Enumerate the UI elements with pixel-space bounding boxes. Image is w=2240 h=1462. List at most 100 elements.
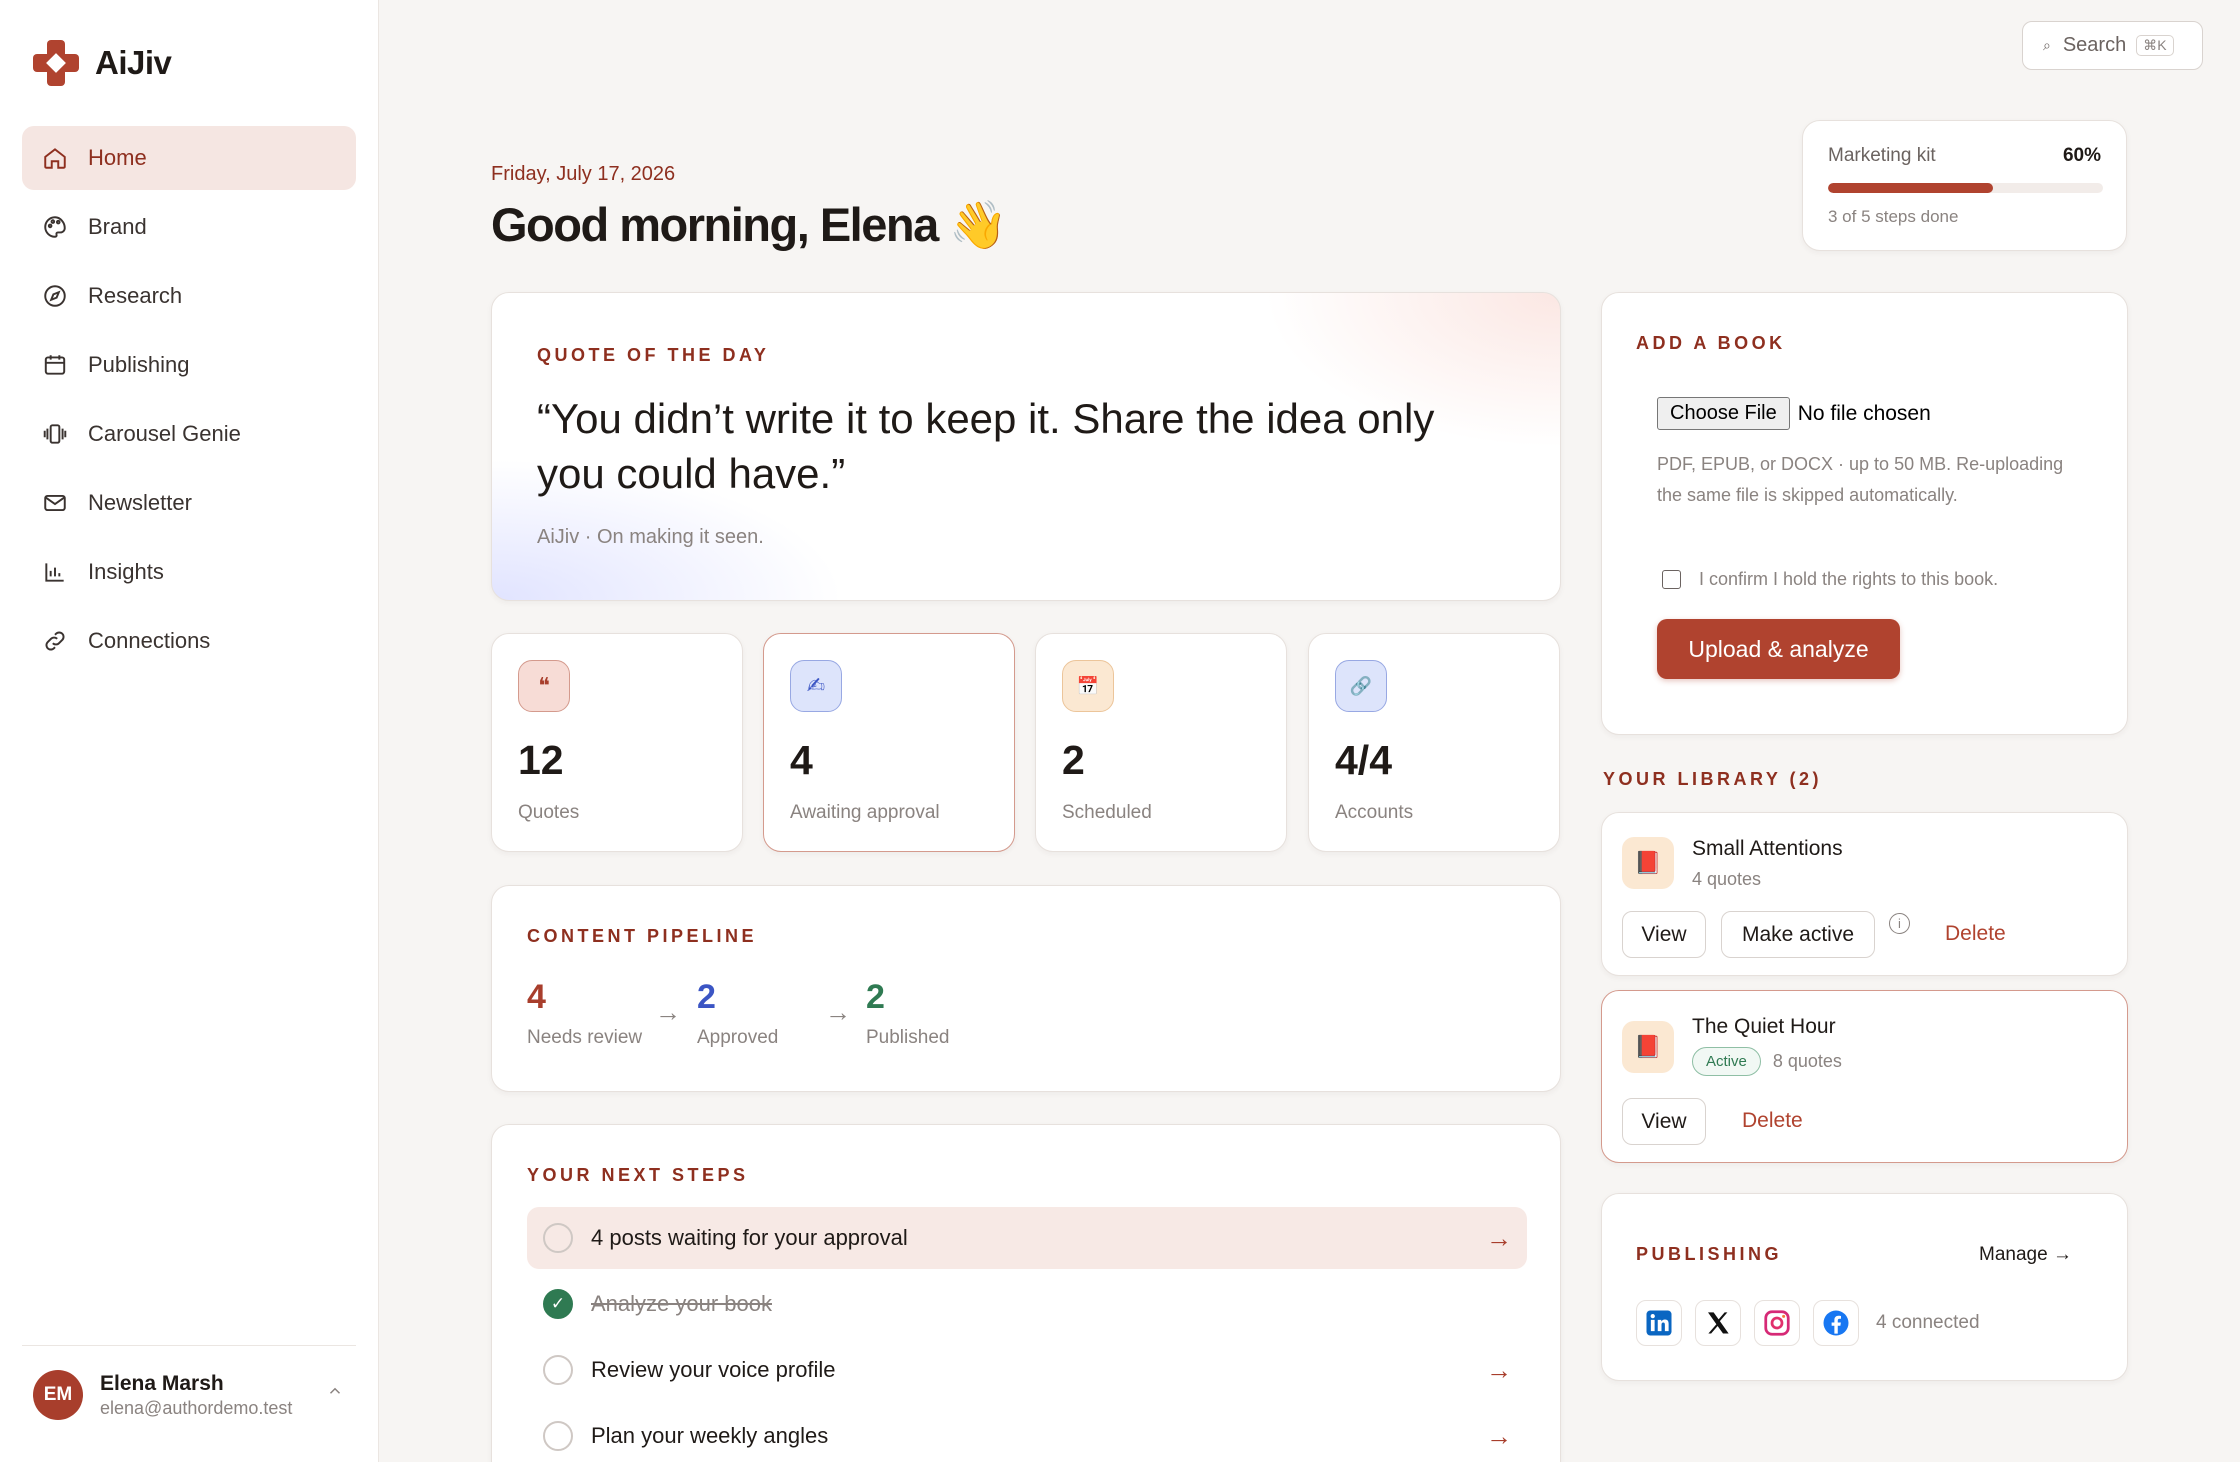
arrow-right-icon: → bbox=[825, 997, 851, 1027]
connected-count: 4 connected bbox=[1876, 1312, 1980, 1333]
next-step-item[interactable]: Review your voice profile → bbox=[527, 1339, 1527, 1401]
quote-count: 4 quotes bbox=[1692, 869, 1762, 889]
sidebar-item-brand[interactable]: Brand bbox=[22, 195, 356, 259]
checkbox-label: I confirm I hold the rights to this book… bbox=[1699, 569, 1999, 589]
quote-text: “You didn’t write it to keep it. Share t… bbox=[537, 395, 1435, 497]
marketing-kit-percent: 60% bbox=[2062, 145, 2101, 166]
quote-icon: ❝ bbox=[518, 660, 570, 712]
page-title: Good morning, Elena 👋 bbox=[491, 198, 1008, 251]
sidebar-item-connections[interactable]: Connections bbox=[22, 609, 356, 673]
stat-card-accounts[interactable]: 🔗 4/4 Accounts bbox=[1308, 633, 1560, 852]
stat-label: Scheduled bbox=[1062, 802, 1152, 823]
sidebar-item-research[interactable]: Research bbox=[22, 264, 356, 328]
sidebar-nav: Home Brand Research Publishing Carousel … bbox=[22, 126, 356, 678]
sidebar-item-carousel-genie[interactable]: Carousel Genie bbox=[22, 402, 356, 466]
x-icon[interactable] bbox=[1695, 1300, 1741, 1346]
delete-button[interactable]: Delete bbox=[1945, 922, 2006, 946]
library-title: YOUR LIBRARY (2) bbox=[1603, 769, 1823, 789]
stat-value: 2 bbox=[1062, 737, 1085, 783]
delete-button[interactable]: Delete bbox=[1742, 1109, 1803, 1133]
progress-fill bbox=[1828, 183, 1993, 193]
sidebar-item-label: Publishing bbox=[88, 352, 190, 377]
make-active-button[interactable]: Make active bbox=[1721, 911, 1875, 958]
user-menu[interactable]: EM Elena Marsh elena@authordemo.test bbox=[33, 1370, 292, 1420]
book-title: Small Attentions bbox=[1692, 837, 1843, 860]
link-icon: 🔗 bbox=[1335, 660, 1387, 712]
pipeline-count: 2 bbox=[866, 978, 885, 1016]
book-meta: Active 8 quotes bbox=[1692, 1047, 1842, 1076]
chevron-up-icon[interactable] bbox=[326, 1382, 346, 1402]
keyboard-shortcut: ⌘K bbox=[2136, 35, 2174, 56]
compass-icon bbox=[40, 281, 70, 311]
sidebar-item-newsletter[interactable]: Newsletter bbox=[22, 471, 356, 535]
next-step-text: Analyze your book bbox=[591, 1291, 772, 1316]
facebook-icon[interactable] bbox=[1813, 1300, 1859, 1346]
arrow-right-icon: → bbox=[1486, 1354, 1512, 1385]
quote-count: 8 quotes bbox=[1772, 1051, 1842, 1071]
book-card-the-quiet-hour: 📕 The Quiet Hour Active 8 quotes View De… bbox=[1601, 990, 2128, 1163]
sidebar-item-insights[interactable]: Insights bbox=[22, 540, 356, 604]
calendar-icon: 📅 bbox=[1062, 660, 1114, 712]
search-label: Search bbox=[2062, 34, 2127, 56]
palette-icon bbox=[40, 212, 70, 242]
add-book-card: ADD A BOOK Choose File No file chosen PD… bbox=[1601, 292, 2128, 735]
pipeline-step-approved[interactable]: 2 Approved bbox=[697, 978, 778, 1049]
stat-label: Accounts bbox=[1335, 802, 1414, 823]
logo-icon bbox=[33, 40, 79, 86]
pipeline-step-needs-review[interactable]: 4 Needs review bbox=[527, 978, 642, 1049]
app-name: AiJiv bbox=[95, 44, 172, 81]
divider bbox=[22, 1345, 356, 1346]
marketing-kit-steps: 3 of 5 steps done bbox=[1828, 207, 1959, 226]
pipeline-count: 4 bbox=[527, 978, 546, 1016]
file-status: No file chosen bbox=[1797, 401, 1931, 425]
section-title: YOUR NEXT STEPS bbox=[527, 1165, 749, 1185]
stat-value: 12 bbox=[518, 737, 564, 783]
sidebar-item-publishing[interactable]: Publishing bbox=[22, 333, 356, 397]
rights-confirmation[interactable]: I confirm I hold the rights to this book… bbox=[1662, 569, 1998, 590]
upload-analyze-button[interactable]: Upload & analyze bbox=[1657, 619, 1900, 679]
instagram-icon[interactable] bbox=[1754, 1300, 1800, 1346]
view-button[interactable]: View bbox=[1622, 1098, 1706, 1145]
sidebar-item-home[interactable]: Home bbox=[22, 126, 356, 190]
sidebar-item-label: Research bbox=[88, 283, 183, 308]
next-step-item[interactable]: Plan your weekly angles → bbox=[527, 1405, 1527, 1462]
sidebar-item-label: Carousel Genie bbox=[88, 421, 241, 446]
quote-of-the-day-card: QUOTE OF THE DAY “You didn’t write it to… bbox=[491, 292, 1561, 601]
arrow-right-icon: → bbox=[1486, 1420, 1512, 1451]
stat-card-quotes[interactable]: ❝ 12 Quotes bbox=[491, 633, 743, 852]
view-button[interactable]: View bbox=[1622, 911, 1706, 958]
file-input[interactable]: Choose File No file chosen bbox=[1657, 397, 1931, 430]
arrow-right-icon: → bbox=[1486, 1222, 1512, 1253]
sidebar-item-label: Brand bbox=[88, 214, 147, 239]
choose-file-button[interactable]: Choose File bbox=[1657, 397, 1790, 430]
mail-icon bbox=[40, 488, 70, 518]
linkedin-icon[interactable] bbox=[1636, 1300, 1682, 1346]
book-title: The Quiet Hour bbox=[1692, 1015, 1836, 1038]
section-title: PUBLISHING bbox=[1636, 1244, 1783, 1264]
manage-link[interactable]: Manage → bbox=[1979, 1244, 2072, 1266]
stat-card-awaiting-approval[interactable]: ✍ 4 Awaiting approval bbox=[763, 633, 1015, 852]
marketing-kit-title: Marketing kit bbox=[1828, 145, 1936, 166]
rights-checkbox[interactable] bbox=[1662, 570, 1681, 589]
pipeline-label: Approved bbox=[697, 1027, 779, 1048]
next-step-item[interactable]: 4 posts waiting for your approval → bbox=[527, 1207, 1527, 1269]
next-step-item[interactable]: ✓ Analyze your book bbox=[527, 1273, 1527, 1335]
upload-help-text: PDF, EPUB, or DOCX · up to 50 MB. Re-upl… bbox=[1657, 454, 2064, 505]
search-button[interactable]: ⌕ Search ⌘K bbox=[2022, 21, 2203, 70]
circle-icon bbox=[543, 1355, 573, 1385]
user-email: elena@authordemo.test bbox=[100, 1397, 293, 1418]
circle-icon bbox=[543, 1223, 573, 1253]
stat-value: 4/4 bbox=[1335, 737, 1392, 783]
app-logo[interactable]: AiJiv bbox=[33, 40, 172, 86]
pipeline-step-published[interactable]: 2 Published bbox=[866, 978, 949, 1049]
info-icon[interactable]: i bbox=[1889, 913, 1910, 934]
carousel-icon bbox=[40, 419, 70, 449]
user-name: Elena Marsh bbox=[100, 1371, 224, 1395]
social-accounts: 4 connected bbox=[1636, 1300, 1980, 1346]
home-icon bbox=[40, 143, 70, 173]
stat-value: 4 bbox=[790, 737, 813, 783]
stat-label: Quotes bbox=[518, 802, 580, 823]
content-pipeline-card: CONTENT PIPELINE 4 Needs review → 2 Appr… bbox=[491, 885, 1561, 1092]
marketing-kit-card[interactable]: Marketing kit 60% 3 of 5 steps done bbox=[1802, 120, 2127, 251]
stat-card-scheduled[interactable]: 📅 2 Scheduled bbox=[1035, 633, 1287, 852]
